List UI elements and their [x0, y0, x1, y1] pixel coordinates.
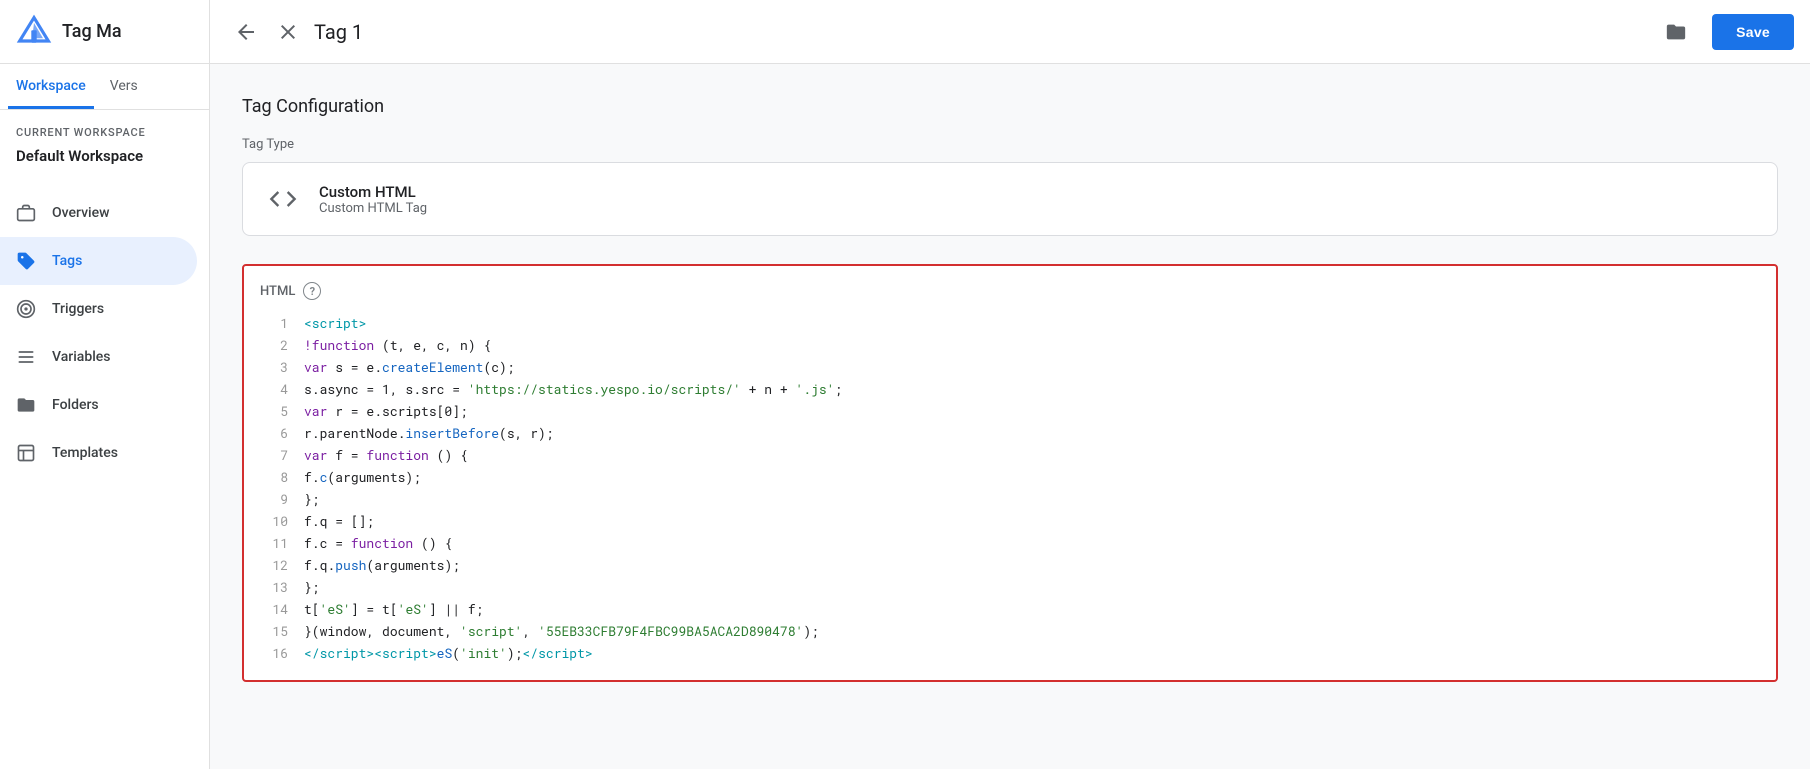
line-content: }; — [304, 488, 320, 510]
line-content: f.q.push(arguments); — [304, 554, 460, 576]
app-title: Tag Ma — [62, 21, 122, 42]
line-number: 4 — [260, 378, 288, 400]
sidebar-item-overview[interactable]: Overview — [0, 189, 197, 237]
content-area: Tag Configuration Tag Type Custom HTML C… — [210, 64, 1810, 769]
line-number: 2 — [260, 334, 288, 356]
line-content: }(window, document, 'script', '55EB33CFB… — [304, 620, 819, 642]
back-button[interactable] — [226, 12, 266, 52]
code-line: 9 }; — [260, 488, 1760, 510]
sidebar-item-label-triggers: Triggers — [52, 301, 104, 317]
sidebar-item-label-folders: Folders — [52, 397, 99, 413]
sidebar-item-variables[interactable]: Variables — [0, 333, 197, 381]
code-line: 8 f.c(arguments); — [260, 466, 1760, 488]
tab-versions[interactable]: Vers — [102, 64, 146, 109]
tag-icon — [16, 251, 36, 271]
line-content: f.q = []; — [304, 510, 374, 532]
code-line: 13 }; — [260, 576, 1760, 598]
sidebar-item-label-templates: Templates — [52, 445, 118, 461]
variables-icon — [16, 347, 36, 367]
sidebar-item-folders[interactable]: Folders — [0, 381, 197, 429]
sidebar-item-label-tags: Tags — [52, 253, 82, 269]
line-number: 15 — [260, 620, 288, 642]
template-icon — [16, 443, 36, 463]
code-line: 10 f.q = []; — [260, 510, 1760, 532]
sidebar: Tag Ma Workspace Vers CURRENT WORKSPACE … — [0, 0, 210, 769]
line-content: s.async = 1, s.src = 'https://statics.ye… — [304, 378, 842, 400]
code-line: 11 f.c = function () { — [260, 532, 1760, 554]
line-number: 5 — [260, 400, 288, 422]
line-number: 10 — [260, 510, 288, 532]
tag-type-label: Tag Type — [242, 137, 1778, 152]
code-line: 7 var f = function () { — [260, 444, 1760, 466]
line-number: 16 — [260, 642, 288, 664]
line-content: var r = e.scripts[0]; — [304, 400, 468, 422]
code-line: 2 !function (t, e, c, n) { — [260, 334, 1760, 356]
code-line: 6 r.parentNode.insertBefore(s, r); — [260, 422, 1760, 444]
line-content: </script><script>eS('init');</script> — [304, 642, 593, 664]
code-line: 16 </script><script>eS('init');</script> — [260, 642, 1760, 664]
sidebar-item-templates[interactable]: Templates — [0, 429, 197, 477]
line-number: 13 — [260, 576, 288, 598]
line-content: f.c = function () { — [304, 532, 452, 554]
line-content: !function (t, e, c, n) { — [304, 334, 491, 356]
sidebar-item-triggers[interactable]: Triggers — [0, 285, 197, 333]
line-number: 9 — [260, 488, 288, 510]
tag-title: Tag 1 — [314, 20, 1648, 44]
sidebar-item-label-overview: Overview — [52, 205, 109, 221]
line-number: 6 — [260, 422, 288, 444]
line-content: <script> — [304, 312, 366, 334]
code-line: 3 var s = e.createElement(c); — [260, 356, 1760, 378]
sidebar-tabs: Workspace Vers — [0, 64, 209, 110]
line-content: var s = e.createElement(c); — [304, 356, 515, 378]
code-line: 15 }(window, document, 'script', '55EB33… — [260, 620, 1760, 642]
workspace-label: CURRENT WORKSPACE — [0, 110, 209, 143]
line-number: 7 — [260, 444, 288, 466]
html-section: HTML ? 1<script>2 !function (t, e, c, n)… — [242, 264, 1778, 682]
sidebar-nav: Overview Tags Triggers Variables — [0, 181, 209, 769]
code-editor[interactable]: 1<script>2 !function (t, e, c, n) {3 var… — [260, 312, 1760, 664]
target-icon — [16, 299, 36, 319]
custom-html-icon — [263, 179, 303, 219]
code-line: 12 f.q.push(arguments); — [260, 554, 1760, 576]
help-icon[interactable]: ? — [303, 282, 321, 300]
line-number: 8 — [260, 466, 288, 488]
line-content: var f = function () { — [304, 444, 468, 466]
code-line: 14 t['eS'] = t['eS'] || f; — [260, 598, 1760, 620]
gtm-logo — [16, 14, 52, 50]
line-content: f.c(arguments); — [304, 466, 421, 488]
folder-icon — [16, 395, 36, 415]
line-number: 14 — [260, 598, 288, 620]
section-title: Tag Configuration — [242, 96, 1778, 117]
line-number: 11 — [260, 532, 288, 554]
line-number: 1 — [260, 312, 288, 334]
sidebar-item-tags[interactable]: Tags — [0, 237, 197, 285]
sidebar-item-label-variables: Variables — [52, 349, 110, 365]
tag-type-card[interactable]: Custom HTML Custom HTML Tag — [242, 162, 1778, 236]
line-content: }; — [304, 576, 320, 598]
line-content: t['eS'] = t['eS'] || f; — [304, 598, 483, 620]
code-line: 4 s.async = 1, s.src = 'https://statics.… — [260, 378, 1760, 400]
line-content: r.parentNode.insertBefore(s, r); — [304, 422, 554, 444]
code-line: 5 var r = e.scripts[0]; — [260, 400, 1760, 422]
line-number: 3 — [260, 356, 288, 378]
close-button[interactable] — [270, 14, 306, 50]
tab-workspace[interactable]: Workspace — [8, 64, 94, 109]
html-label: HTML — [260, 284, 295, 299]
code-line: 1 <script> — [260, 312, 1760, 334]
main-header: Tag 1 Save — [210, 0, 1810, 64]
folder-button[interactable] — [1656, 12, 1696, 52]
line-number: 12 — [260, 554, 288, 576]
sidebar-header: Tag Ma — [0, 0, 209, 64]
workspace-name: Default Workspace — [0, 143, 209, 181]
save-button[interactable]: Save — [1712, 14, 1794, 50]
tag-type-name: Custom HTML — [319, 183, 427, 201]
main-wrapper: Tag 1 Save Tag Configuration Tag Type Cu… — [210, 0, 1810, 769]
tag-type-sub: Custom HTML Tag — [319, 201, 427, 216]
briefcase-icon — [16, 203, 36, 223]
